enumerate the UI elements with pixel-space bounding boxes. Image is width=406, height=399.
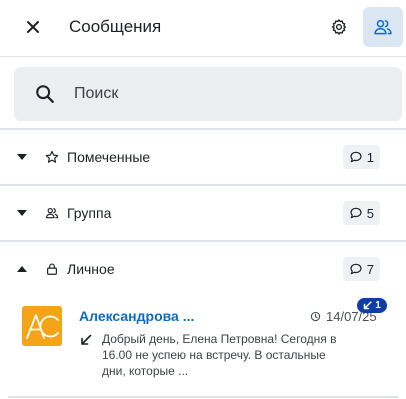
caret-down-icon xyxy=(17,210,27,216)
gear-icon xyxy=(331,19,347,35)
search-box xyxy=(14,67,402,121)
caret-up-icon xyxy=(17,266,27,272)
chat-icon xyxy=(350,207,362,219)
conversation-item[interactable]: Александрова ... 14/07/25 Добрый день, Е… xyxy=(0,296,406,386)
section-group[interactable]: Группа 5 xyxy=(0,186,406,240)
contacts-button[interactable] xyxy=(363,7,403,47)
settings-button[interactable] xyxy=(324,12,354,42)
section-label: Группа xyxy=(67,205,112,221)
star-icon xyxy=(45,150,59,163)
section-starred[interactable]: Помеченные 1 xyxy=(0,130,406,184)
avatar-initials-icon xyxy=(22,306,62,346)
page-title: Сообщения xyxy=(69,17,162,36)
avatar xyxy=(22,306,62,346)
search-input[interactable] xyxy=(74,67,384,121)
unread-badge: 1 xyxy=(357,298,387,313)
reply-arrow-icon xyxy=(81,334,92,345)
close-button[interactable] xyxy=(20,14,46,40)
count-value: 5 xyxy=(366,205,374,221)
conversation-name[interactable]: Александрова ... xyxy=(79,308,194,324)
unread-count: 1 xyxy=(375,300,381,311)
chat-icon xyxy=(350,263,362,275)
count-value: 1 xyxy=(366,149,374,165)
divider xyxy=(8,396,398,398)
chat-icon xyxy=(350,151,362,163)
caret-down-icon xyxy=(17,154,27,160)
conversation-preview: Добрый день, Елена Петровна! Сегодня в 1… xyxy=(102,332,337,378)
conversation-count-badge: 1 xyxy=(342,145,380,169)
close-icon xyxy=(27,21,39,33)
search-icon xyxy=(36,85,54,103)
messages-header: Сообщения xyxy=(0,0,406,56)
section-label: Личное xyxy=(67,261,115,277)
header-divider xyxy=(0,56,406,57)
section-private[interactable]: Личное 7 xyxy=(0,242,406,296)
count-value: 7 xyxy=(366,261,374,277)
conversation-count-badge: 5 xyxy=(342,201,380,225)
conversation-count-badge: 7 xyxy=(342,257,380,281)
incoming-arrow-icon xyxy=(363,301,372,310)
users-icon xyxy=(45,207,59,219)
clock-icon xyxy=(310,311,321,322)
section-label: Помеченные xyxy=(67,149,151,165)
lock-icon xyxy=(47,263,57,275)
contacts-icon xyxy=(374,19,392,35)
